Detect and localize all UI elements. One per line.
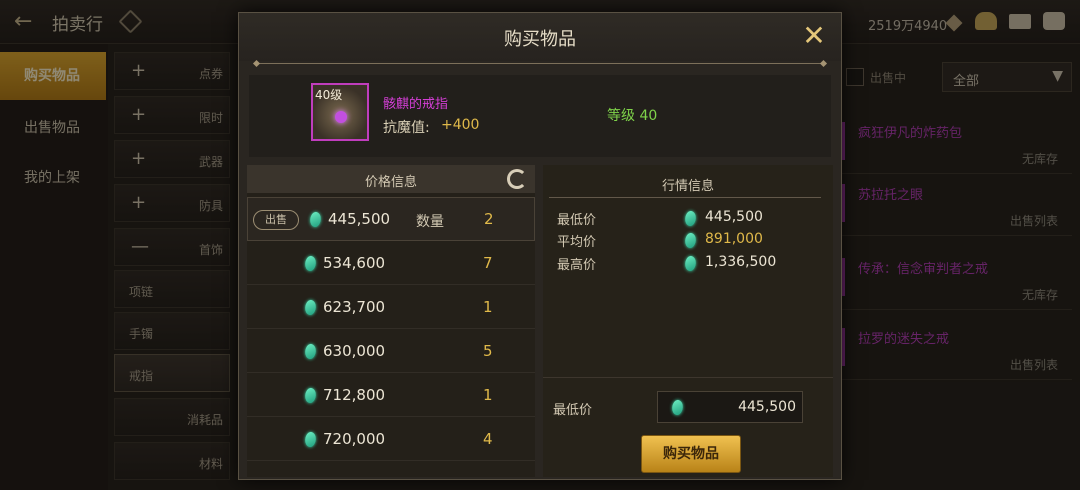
item-level-tag: 40级 (315, 88, 343, 102)
market-info-title: 行情信息 (661, 179, 714, 194)
price-row[interactable]: 534,600 7 (247, 241, 535, 285)
divider (549, 197, 821, 198)
avg-price-label: 平均价 (557, 235, 597, 250)
close-icon[interactable]: ✕ (797, 21, 831, 53)
gem-currency-icon (302, 342, 319, 361)
ring-gem-icon (335, 111, 347, 123)
price-value: 712,800 (323, 386, 386, 404)
min-price-label: 最低价 (557, 213, 597, 228)
price-value: 623,700 (323, 298, 386, 316)
item-stat-value: +400 (441, 117, 480, 133)
item-summary: 40级 骸麒的戒指 抗魔值: +400 等级 40 (249, 75, 831, 157)
item-stat-label: 抗魔值: (383, 120, 430, 136)
divider (543, 377, 833, 378)
max-price-value: 1,336,500 (705, 254, 777, 270)
price-row[interactable]: 630,000 5 (247, 329, 535, 373)
gem-currency-icon (307, 210, 324, 229)
buy-item-button[interactable]: 购买物品 (641, 435, 741, 473)
bottom-min-price-label: 最低价 (553, 403, 593, 418)
dialog-title: 购买物品 (504, 29, 576, 50)
price-value: 630,000 (323, 342, 386, 360)
quantity-value: 1 (483, 298, 493, 316)
price-info-panel: 价格信息 出售 445,500 数量 2 534,600 7 623,700 1… (247, 165, 535, 477)
refresh-icon[interactable] (507, 169, 527, 189)
gem-currency-icon (302, 430, 319, 449)
avg-price-value: 891,000 (705, 231, 763, 247)
gem-currency-icon (302, 386, 319, 405)
quantity-value: 7 (483, 254, 493, 272)
item-level: 等级 40 (607, 108, 658, 124)
purchase-dialog: 购买物品 ✕ 40级 骸麒的戒指 抗魔值: +400 等级 40 价格信息 出售… (238, 12, 842, 480)
item-name: 骸麒的戒指 (383, 97, 449, 112)
divider (257, 63, 823, 64)
min-price-value: 445,500 (705, 209, 763, 225)
ring-item-icon[interactable]: 40级 (311, 83, 369, 141)
bottom-min-price-value: 445,500 (738, 399, 796, 415)
quantity-value: 5 (483, 342, 493, 360)
price-value: 720,000 (323, 430, 386, 448)
quantity-value: 1 (483, 386, 493, 404)
gem-currency-icon (682, 209, 699, 228)
price-value: 445,500 (328, 210, 391, 228)
gem-currency-icon (302, 298, 319, 317)
gem-currency-icon (669, 398, 686, 417)
max-price-label: 最高价 (557, 258, 597, 273)
gem-currency-icon (682, 254, 699, 273)
gem-currency-icon (302, 254, 319, 273)
quantity-value: 2 (484, 210, 494, 228)
price-info-title: 价格信息 (364, 175, 417, 190)
sell-tag: 出售 (253, 210, 299, 230)
market-info-panel: 行情信息 最低价 445,500 平均价 891,000 最高价 1,336,5… (543, 165, 833, 477)
price-info-header: 价格信息 (247, 165, 535, 193)
dialog-header: 购买物品 ✕ (239, 13, 841, 61)
quantity-value: 4 (483, 430, 493, 448)
price-row-selected[interactable]: 出售 445,500 数量 2 (247, 197, 535, 241)
price-row[interactable]: 720,000 4 (247, 417, 535, 461)
bottom-min-price-box: 445,500 (657, 391, 803, 423)
price-row[interactable]: 623,700 1 (247, 285, 535, 329)
gem-currency-icon (682, 231, 699, 250)
price-value: 534,600 (323, 254, 386, 272)
price-row[interactable]: 712,800 1 (247, 373, 535, 417)
quantity-label: 数量 (416, 214, 444, 230)
